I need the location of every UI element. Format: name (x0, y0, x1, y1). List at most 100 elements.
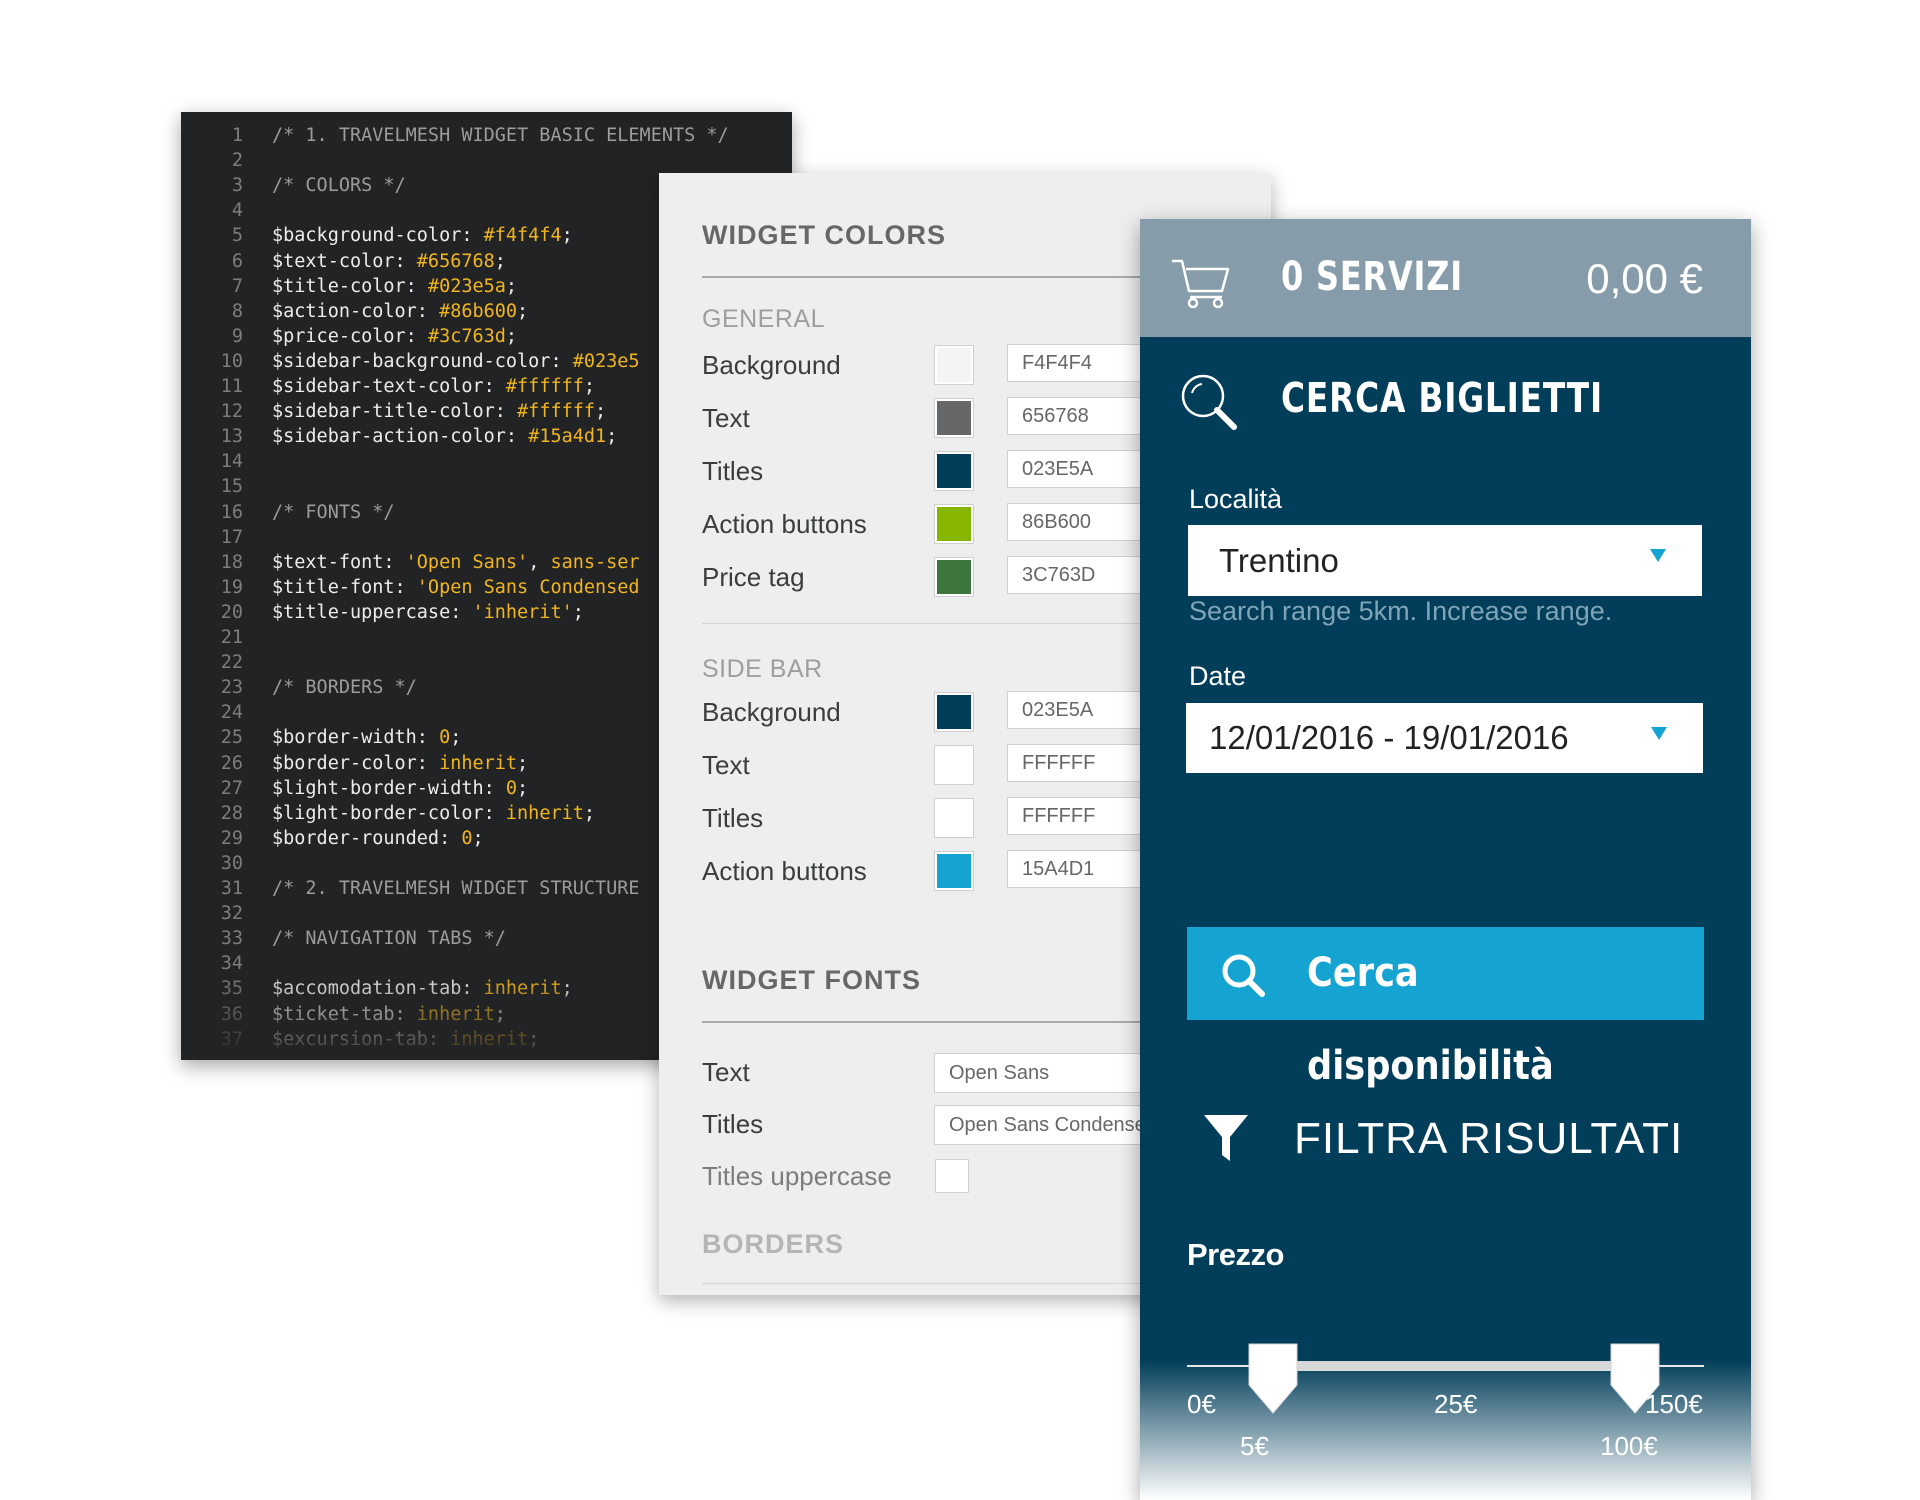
code-token: 0 (439, 727, 451, 749)
code-token: #3c763d (427, 325, 506, 347)
titles-uppercase-checkbox[interactable] (935, 1159, 969, 1193)
code-token: $light-border-width: (272, 777, 506, 799)
line-number: 24 (220, 702, 243, 724)
code-token: #f4f4f4 (483, 225, 562, 247)
code-token: $title-color: (272, 275, 428, 297)
code-token: #86b600 (439, 300, 518, 322)
line-number: 30 (220, 852, 243, 874)
code-token: ; (472, 827, 484, 849)
line-number: 4 (231, 200, 243, 222)
code-token: $price-color: (272, 325, 428, 347)
line-number: 1 (231, 125, 243, 146)
line-number: 23 (220, 677, 243, 699)
code-text: $price-color: #3c763d; (272, 324, 517, 349)
color-row-label: Text (702, 403, 750, 433)
line-number: 36 (220, 1003, 243, 1025)
code-token: ; (517, 752, 529, 774)
line-number: 37 (220, 1028, 243, 1050)
code-token: $title-font: (272, 576, 417, 598)
line-number: 9 (231, 325, 243, 347)
price-max-tick: 150€ (1645, 1389, 1703, 1419)
dropdown-arrow-icon (1650, 549, 1666, 562)
color-swatch[interactable] (935, 558, 973, 596)
code-token: ; (505, 325, 518, 347)
code-text: $excursion-tab: inherit; (272, 1027, 539, 1052)
code-text: $text-color: #656768; (272, 249, 506, 274)
line-number: 20 (220, 601, 243, 623)
cart-services-count: 0 SERVIZI (1281, 254, 1463, 300)
color-swatch[interactable] (935, 505, 973, 543)
code-token: /* BORDERS */ (272, 677, 417, 699)
shopping-cart-icon (1172, 259, 1230, 309)
code-text: $sidebar-text-color: #ffffff; (272, 374, 595, 399)
check-availability-button[interactable]: Cerca disponibilità (1187, 927, 1704, 1089)
code-token: $background-color: (272, 225, 484, 247)
date-range-select[interactable]: 12/01/2016 - 19/01/2016 (1186, 703, 1703, 773)
code-token: $sidebar-action-color: (272, 426, 529, 448)
color-swatch[interactable] (935, 693, 973, 731)
code-token: inherit (450, 1028, 529, 1050)
widget-fonts-title: WIDGET FONTS (702, 965, 921, 995)
line-number: 25 (220, 727, 243, 749)
line-number: 18 (220, 551, 243, 573)
code-text: $border-color: inherit; (272, 751, 528, 776)
code-text: /* 2. TRAVELMESH WIDGET STRUCTURE (272, 876, 640, 901)
code-token: ; (494, 1003, 506, 1025)
code-text: $ticket-tab: inherit; (272, 1002, 506, 1027)
color-row-label: Background (702, 350, 841, 380)
color-row-label: Background (702, 697, 841, 727)
line-number: 2 (231, 150, 243, 172)
line-number: 6 (231, 250, 243, 272)
search-icon (1222, 954, 1265, 997)
code-token: $border-rounded: (272, 827, 462, 849)
code-token: ; (595, 401, 607, 423)
cart-bar[interactable]: 0 SERVIZI 0,00 € (1140, 219, 1751, 337)
cart-total: 0,00 € (1586, 255, 1703, 302)
code-token: ; (572, 601, 584, 623)
code-text: /* BORDERS */ (272, 675, 417, 700)
code-token: #15a4d1 (528, 426, 607, 448)
code-token: $sidebar-background-color: (272, 350, 573, 372)
location-select[interactable]: Trentino (1188, 525, 1702, 596)
code-token: ; (517, 777, 529, 799)
borders-title: BORDERS (702, 1229, 845, 1259)
price-label: Prezzo (1187, 1237, 1284, 1272)
location-label: Località (1189, 484, 1283, 514)
code-text: $light-border-width: 0; (272, 776, 528, 801)
code-token: #ffffff (517, 401, 596, 423)
code-line: 2 (181, 148, 792, 173)
color-swatch[interactable] (935, 852, 973, 890)
line-number: 19 (220, 576, 243, 598)
code-token: , (528, 551, 551, 573)
price-min-tick: 0€ (1187, 1389, 1216, 1419)
color-swatch[interactable] (935, 799, 973, 837)
code-text: /* FONTS */ (272, 500, 395, 525)
code-token: #023e5 (572, 350, 640, 372)
search-tickets-title: CERCA BIGLIETTI (1281, 374, 1603, 422)
price-low-value: 5€ (1240, 1431, 1269, 1461)
code-token: /* 1. TRAVELMESH WIDGET BASIC ELEMENTS *… (272, 125, 729, 146)
line-number: 8 (231, 300, 243, 322)
code-text: /* NAVIGATION TABS */ (272, 926, 506, 951)
code-token: ; (494, 250, 506, 272)
search-range-hint[interactable]: Search range 5km. Increase range. (1189, 596, 1612, 627)
price-slider-min-handle[interactable] (1248, 1343, 1298, 1415)
filter-results-title: FILTRA RISULTATI (1294, 1114, 1684, 1163)
color-swatch[interactable] (935, 399, 973, 437)
code-text: $border-width: 0; (272, 725, 461, 750)
titles-font-label: Titles (702, 1109, 764, 1139)
line-number: 16 (220, 501, 243, 523)
color-swatch[interactable] (935, 452, 973, 490)
code-text: $title-color: #023e5a; (272, 274, 517, 299)
line-number: 15 (220, 476, 243, 498)
line-number: 28 (220, 802, 243, 824)
line-number: 26 (220, 752, 243, 774)
code-token: $light-border-color: (272, 802, 506, 824)
color-swatch[interactable] (935, 346, 973, 384)
code-token: inherit (416, 1003, 495, 1025)
color-row-label: Action buttons (702, 509, 867, 539)
color-swatch[interactable] (935, 746, 973, 784)
color-row-label: Price tag (702, 562, 805, 592)
line-number: 7 (231, 275, 243, 297)
line-number: 29 (220, 827, 243, 849)
